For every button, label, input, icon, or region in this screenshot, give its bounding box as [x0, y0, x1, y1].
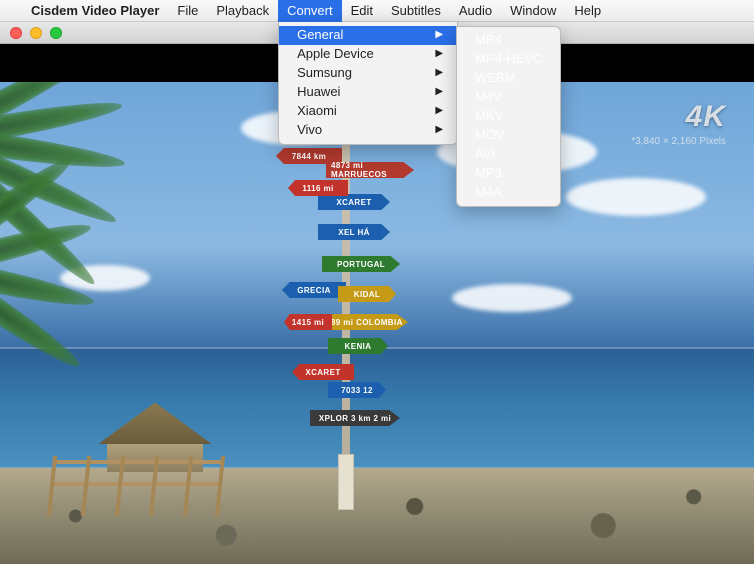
- resolution-overlay: 4K *3,840 × 2,160 Pixels: [631, 100, 726, 147]
- format-mkv[interactable]: MKV: [457, 107, 560, 126]
- convert-item-huawei[interactable]: Huawei ▶: [279, 83, 457, 102]
- menu-file[interactable]: File: [168, 0, 207, 22]
- railing-decor: [47, 456, 223, 516]
- chevron-right-icon: ▶: [435, 24, 443, 46]
- direction-sign: XCARET: [318, 194, 390, 210]
- chevron-right-icon: ▶: [435, 119, 443, 141]
- menu-edit[interactable]: Edit: [342, 0, 382, 22]
- resolution-label: *3,840 × 2,160 Pixels: [631, 136, 726, 147]
- menu-help[interactable]: Help: [565, 0, 610, 22]
- video-viewport[interactable]: 1251 km 8592 mi8592 mi7844 km4873 mi MAR…: [0, 82, 754, 564]
- convert-item-vivo[interactable]: Vivo ▶: [279, 121, 457, 140]
- convert-item-apple[interactable]: Apple Device ▶: [279, 45, 457, 64]
- convert-item-sumsung[interactable]: Sumsung ▶: [279, 64, 457, 83]
- format-avi[interactable]: AVI: [457, 145, 560, 164]
- direction-sign: XPLOR 3 km 2 mi: [310, 410, 400, 426]
- format-mp3[interactable]: MP3: [457, 164, 560, 183]
- direction-sign: 4873 mi MARRUECOS: [326, 162, 414, 178]
- direction-sign: KENIA: [328, 338, 388, 354]
- format-mov[interactable]: MOV: [457, 126, 560, 145]
- direction-sign: GRECIA: [282, 282, 346, 298]
- minimize-window-button[interactable]: [30, 27, 42, 39]
- zoom-window-button[interactable]: [50, 27, 62, 39]
- convert-item-xiaomi[interactable]: Xiaomi ▶: [279, 102, 457, 121]
- close-window-button[interactable]: [10, 27, 22, 39]
- resolution-badge: 4K: [631, 100, 726, 134]
- format-m4v[interactable]: M4V: [457, 88, 560, 107]
- convert-item-vivo-label: Vivo: [297, 119, 322, 141]
- direction-sign: PORTUGAL: [322, 256, 400, 272]
- direction-sign: 1415 mi: [284, 314, 332, 330]
- menu-subtitles[interactable]: Subtitles: [382, 0, 450, 22]
- convert-item-general[interactable]: General ▶ MP4 MP4-HEVC WEBM M4V MKV MOV …: [279, 26, 457, 45]
- menu-window[interactable]: Window: [501, 0, 565, 22]
- direction-sign: XEL HÁ: [318, 224, 390, 240]
- direction-sign: 1116 mi: [288, 180, 348, 196]
- general-submenu: MP4 MP4-HEVC WEBM M4V MKV MOV AVI MP3 M4…: [456, 26, 561, 207]
- format-mp4-hevc[interactable]: MP4-HEVC: [457, 50, 560, 69]
- menu-convert-label: Convert: [287, 3, 333, 18]
- menu-playback[interactable]: Playback: [207, 0, 278, 22]
- direction-sign: KIDAL: [338, 286, 396, 302]
- menu-bar: Cisdem Video Player File Playback Conver…: [0, 0, 754, 22]
- direction-sign: 7844 km: [276, 148, 342, 164]
- cloud-decor: [452, 284, 572, 312]
- window-controls: [0, 27, 62, 39]
- format-webm[interactable]: WEBM: [457, 69, 560, 88]
- direction-sign: 7033 12: [328, 382, 386, 398]
- app-name-menu[interactable]: Cisdem Video Player: [22, 3, 168, 18]
- menu-convert[interactable]: Convert General ▶ MP4 MP4-HEVC WEBM M4V …: [278, 0, 342, 22]
- format-mp4[interactable]: MP4: [457, 31, 560, 50]
- direction-sign: XCARET: [292, 364, 354, 380]
- convert-dropdown: General ▶ MP4 MP4-HEVC WEBM M4V MKV MOV …: [278, 22, 458, 145]
- signpost-decor: 1251 km 8592 mi8592 mi7844 km4873 mi MAR…: [298, 90, 392, 510]
- convert-item-general-label: General: [297, 24, 343, 46]
- cloud-decor: [566, 178, 706, 216]
- menu-audio[interactable]: Audio: [450, 0, 501, 22]
- format-m4a[interactable]: M4A: [457, 183, 560, 202]
- palm-decor: [0, 92, 190, 392]
